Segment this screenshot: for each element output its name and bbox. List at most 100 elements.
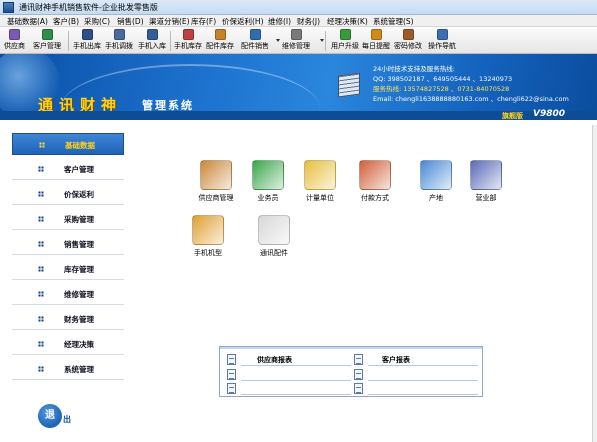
toolbar-label: 配件库存 [206,42,234,50]
sidebar-item-label: 库存管理 [64,265,94,274]
sidebar-item[interactable]: 价保返利 [12,183,124,205]
toolbar-label: 手机库存 [174,42,202,50]
toolbar-icon [146,29,158,40]
menu-item[interactable]: 渠道分销(E) [149,16,190,27]
folder-phone-icon [192,215,224,245]
sidebar-item[interactable]: 客户管理 [12,158,124,180]
report-link-supplier[interactable]: 供应商报表 [227,354,352,366]
menu-item[interactable]: 客户(B) [53,16,79,27]
report-link-empty[interactable] [354,383,479,395]
toolbar-button[interactable]: 手机出库 [73,29,101,53]
toolbar-button[interactable]: 密码修改 [394,29,422,53]
toolbar-button[interactable]: 供应商 [4,29,25,53]
window-title: 通讯财神手机销售软件-企业批发零售版 [19,3,158,12]
toolbar-icon [41,29,53,40]
module-button[interactable]: 手机机型 [182,215,234,258]
menu-item[interactable]: 销售(D) [117,16,144,27]
sidebar-item-label: 价保返利 [64,190,94,199]
dropdown-arrow-icon[interactable] [320,39,324,42]
sidebar-item[interactable]: 采购管理 [12,208,124,230]
grid-dots-icon [38,341,44,347]
toolbar-separator [170,31,171,51]
toolbar-icon [113,29,125,40]
toolbar-button[interactable]: 每日提醒 [362,29,390,53]
menu-item[interactable]: 维修(I) [268,16,291,27]
module-button[interactable]: 通讯配件 [248,215,300,258]
toolbar-icon [249,29,261,40]
toolbar-button[interactable]: 操作导航 [428,29,456,53]
toolbar-button[interactable]: 配件库存 [206,29,234,53]
module-button[interactable]: 产地 [410,160,462,203]
sidebar-item[interactable]: 财务管理 [12,308,124,330]
module-button[interactable]: 营业部 [460,160,512,203]
building-cube-icon [338,72,360,98]
module-button[interactable]: 供应商管理 [190,160,242,203]
module-button[interactable]: 业务员 [242,160,294,203]
sidebar: 基础数据客户管理价保返利采购管理销售管理库存管理维修管理财务管理经理决策系统管理 [0,125,127,442]
folder-map-icon [420,160,452,190]
dropdown-arrow-icon[interactable] [276,39,280,42]
report-link-empty[interactable] [354,369,479,381]
report-divider [368,394,478,395]
toolbar-button[interactable]: 手机调拨 [105,29,133,53]
customer-report-label: 客户报表 [382,356,410,364]
toolbar-button[interactable]: 客户管理 [33,29,61,53]
sidebar-item[interactable]: 销售管理 [12,233,124,255]
module-button[interactable]: 付款方式 [349,160,401,203]
sidebar-item-label: 系统管理 [64,365,94,374]
toolbar-icon [182,29,194,40]
grid-dots-icon [38,166,44,172]
sidebar-item[interactable]: 经理决策 [12,333,124,355]
toolbar-button[interactable]: 手机库存 [174,29,202,53]
report-divider [241,365,351,366]
menu-item[interactable]: 财务(J) [297,16,320,27]
sidebar-item[interactable]: 维修管理 [12,283,124,305]
report-divider [241,394,351,395]
report-doc-icon [227,383,236,394]
scrollbar[interactable] [592,125,597,442]
toolbar-button[interactable]: 维修管理 [282,29,310,53]
report-doc-icon [227,354,236,365]
report-doc-icon [354,383,363,394]
menu-item[interactable]: 采购(C) [84,16,110,27]
exit-button[interactable]: 退 [38,404,62,428]
menu-item[interactable]: 基础数据(A) [7,16,48,27]
sidebar-item-label: 财务管理 [64,315,94,324]
report-link-empty[interactable] [227,369,352,381]
grid-dots-icon [38,241,44,247]
toolbar-separator [68,31,69,51]
module-label: 供应商管理 [198,194,234,202]
grid-dots-icon [38,216,44,222]
version-label: V9800 [533,109,566,119]
folder-team-icon [470,160,502,190]
report-link-empty[interactable] [227,383,352,395]
toolbar-label: 客户管理 [33,42,61,50]
hotline-title: 24小时技术支持及服务热线: [373,65,455,73]
checklist-icon [359,160,391,190]
report-doc-icon [227,369,236,380]
grid-dots-icon [38,191,44,197]
service-hotline: 服务热线: 13574827528 、0731-84070528 [373,85,510,93]
edition-label: 旗舰版 [502,112,523,120]
report-link-customer[interactable]: 客户报表 [354,354,479,366]
menu-item[interactable]: 系统管理(S) [373,16,414,27]
menu-item[interactable]: 库存(F) [191,16,216,27]
toolbar-button[interactable]: 用户升级 [331,29,359,53]
module-label: 产地 [429,194,443,202]
sidebar-item[interactable]: 库存管理 [12,258,124,280]
module-label: 通讯配件 [260,249,288,257]
menu-item[interactable]: 经理决策(K) [327,16,368,27]
toolbar-button[interactable]: 手机入库 [138,29,166,53]
grid-dots-icon [38,316,44,322]
email-contact: Email: chengli1638888880163.com 、chengli… [373,95,569,103]
toolbar-icon [290,29,302,40]
report-panel-header [220,347,482,349]
sidebar-item[interactable]: 基础数据 [12,133,124,155]
menu-item[interactable]: 价保返利(H) [222,16,264,27]
toolbar-button[interactable]: 配件销售 [241,29,269,53]
toolbar-label: 密码修改 [394,42,422,50]
toolbar-label: 手机调拨 [105,42,133,50]
module-label: 付款方式 [361,194,389,202]
sidebar-item[interactable]: 系统管理 [12,358,124,380]
module-button[interactable]: 计量单位 [294,160,346,203]
